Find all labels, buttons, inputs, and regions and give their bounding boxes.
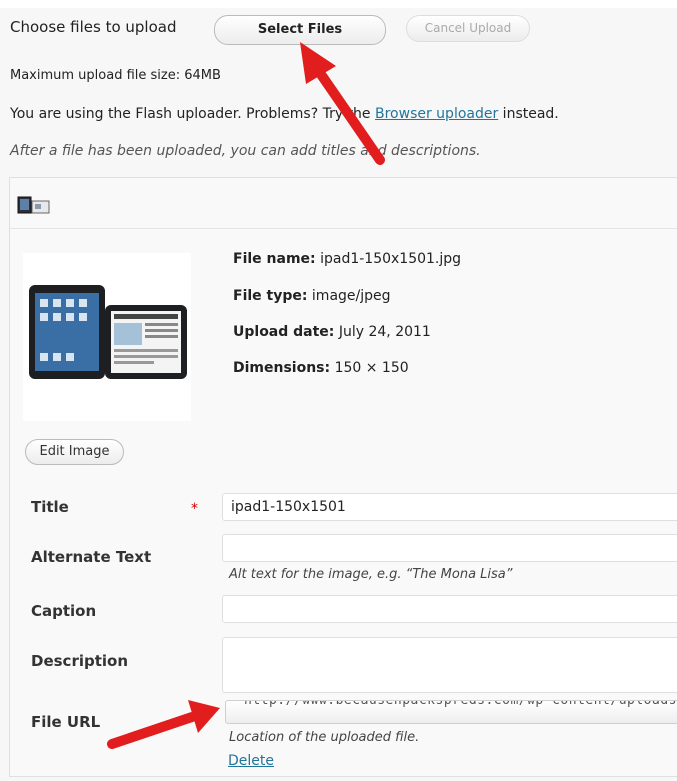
ipad-thumbnail-image [23, 253, 191, 421]
media-item-header [10, 178, 677, 229]
file-name-label: File name: [233, 251, 316, 267]
edit-image-button[interactable]: Edit Image [25, 439, 124, 465]
upload-date-info: Upload date: July 24, 2011 [233, 324, 431, 340]
description-label: Description [31, 652, 129, 670]
required-marker: * [191, 501, 198, 517]
file-name-value: ipad1-150x1501.jpg [315, 251, 462, 267]
top-banner-edge [0, 0, 677, 8]
cancel-upload-button[interactable]: Cancel Upload [406, 15, 530, 42]
file-type-info: File type: image/jpeg [233, 288, 391, 304]
flash-notice-prefix: You are using the Flash uploader. Proble… [10, 106, 375, 122]
file-url-value: http://www.becausehpackspreds.com/wp-con… [244, 700, 677, 708]
file-url-field[interactable]: http://www.becausehpackspreds.com/wp-con… [225, 700, 677, 724]
file-type-value: image/jpeg [307, 288, 391, 304]
caption-input[interactable] [222, 595, 677, 623]
delete-link[interactable]: Delete [228, 753, 274, 769]
dimensions-value: 150 × 150 [330, 360, 409, 376]
select-files-button[interactable]: Select Files [214, 15, 386, 45]
flash-notice-suffix: instead. [498, 106, 559, 122]
caption-label: Caption [31, 602, 97, 620]
media-item-panel: File name: ipad1-150x1501.jpg File type:… [9, 177, 677, 777]
after-upload-hint: After a file has been uploaded, you can … [10, 143, 481, 159]
alternate-text-input[interactable] [222, 534, 677, 562]
alternate-text-label: Alternate Text [31, 548, 152, 566]
title-input[interactable] [222, 493, 677, 521]
file-name-info: File name: ipad1-150x1501.jpg [233, 251, 461, 267]
media-item-icon [17, 196, 50, 214]
upload-date-label: Upload date: [233, 324, 335, 340]
flash-uploader-notice: You are using the Flash uploader. Proble… [10, 106, 559, 122]
alternate-text-help: Alt text for the image, e.g. “The Mona L… [229, 567, 513, 582]
upload-date-value: July 24, 2011 [334, 324, 431, 340]
file-url-label: File URL [31, 713, 101, 731]
max-upload-size: Maximum upload file size: 64MB [10, 68, 221, 83]
description-textarea[interactable] [222, 637, 677, 693]
file-type-label: File type: [233, 288, 308, 304]
file-url-help: Location of the uploaded file. [229, 730, 420, 745]
choose-files-label: Choose files to upload [10, 18, 177, 36]
title-label: Title [31, 498, 69, 516]
browser-uploader-link[interactable]: Browser uploader [375, 106, 498, 122]
dimensions-label: Dimensions: [233, 360, 331, 376]
media-upload-page: Choose files to upload Select Files Canc… [0, 0, 677, 781]
dimensions-info: Dimensions: 150 × 150 [233, 360, 409, 376]
